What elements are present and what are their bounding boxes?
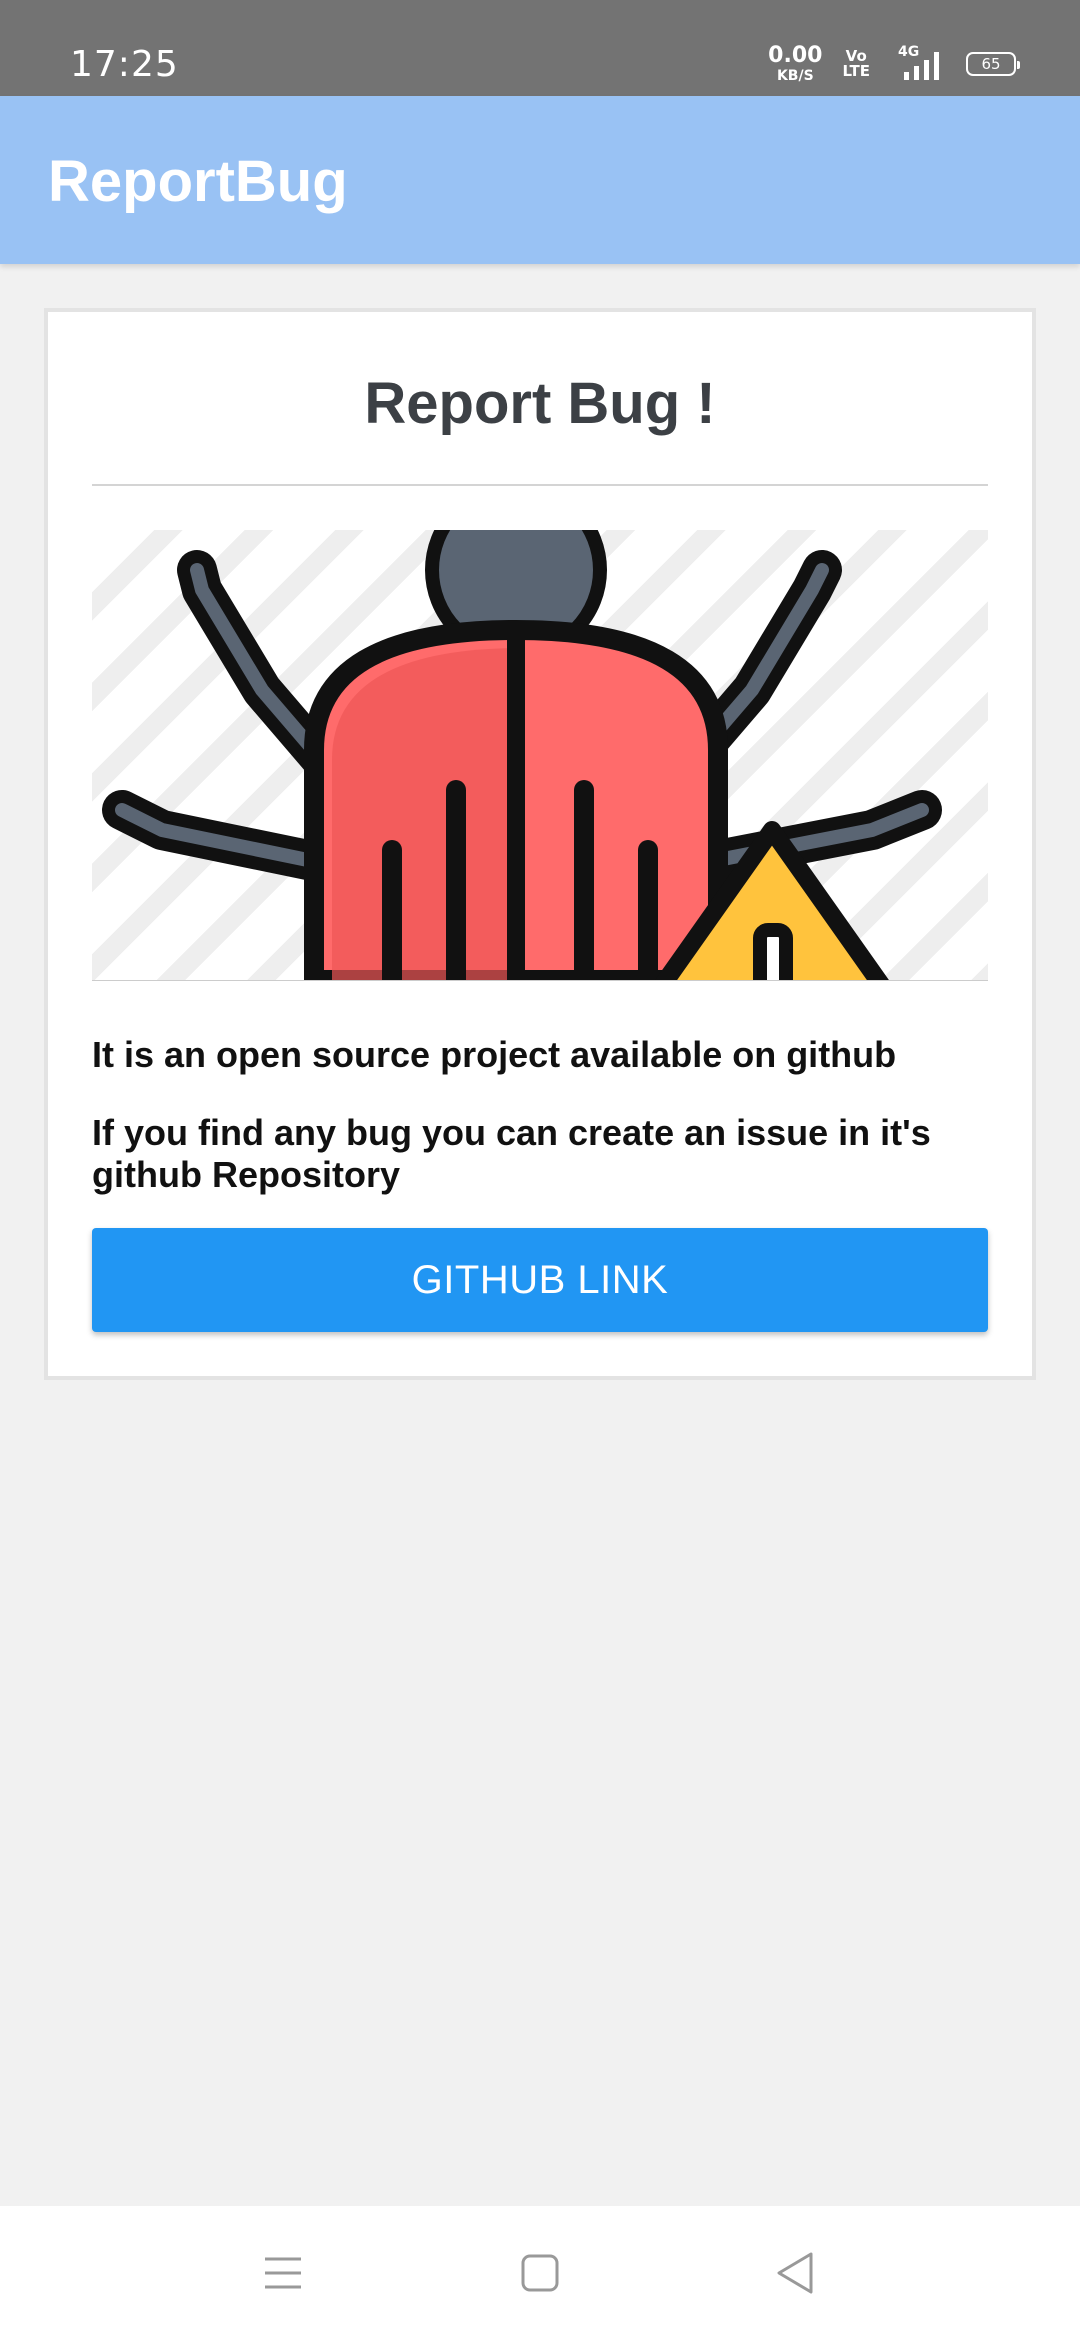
network-speed-value: 0.00 [768, 43, 823, 68]
home-square-icon[interactable] [505, 2238, 575, 2308]
app-title: ReportBug [48, 149, 348, 214]
card-title: Report Bug ! [364, 371, 716, 436]
title-divider [92, 484, 988, 486]
description-open-source: It is an open source project available o… [92, 1034, 897, 1075]
volte-icon: Vo LTE [842, 49, 870, 79]
status-bar: 17:25 0.00 KB/S Vo LTE 4G 65 [0, 0, 1080, 96]
menu-icon[interactable] [248, 2238, 318, 2308]
signal-bar [904, 72, 909, 80]
battery-icon: 65 [966, 52, 1020, 76]
signal-bar [914, 66, 919, 80]
network-type-label: 4G [898, 44, 920, 60]
github-link-button[interactable]: GITHUB LINK [92, 1228, 988, 1332]
image-divider [92, 980, 988, 981]
status-time: 17:25 [70, 44, 179, 85]
volte-bottom-label: LTE [842, 62, 870, 80]
system-navigation-bar [0, 2206, 1080, 2340]
network-speed-indicator: 0.00 KB/S [768, 43, 823, 84]
bug-warning-illustration [92, 530, 988, 980]
bug-icon [102, 530, 942, 980]
report-bug-card: Report Bug ! It is an open source projec… [44, 308, 1036, 1380]
battery-level: 65 [981, 55, 1001, 73]
back-triangle-icon[interactable] [760, 2238, 830, 2308]
app-bar: ReportBug [0, 96, 1080, 264]
network-speed-unit: KB/S [776, 68, 814, 84]
status-icons: 0.00 KB/S Vo LTE 4G 65 [768, 43, 1020, 84]
signal-bar [934, 52, 939, 80]
signal-bar [924, 60, 929, 80]
description-report-issue: If you find any bug you can create an is… [92, 1112, 931, 1195]
signal-icon: 4G [890, 44, 946, 84]
